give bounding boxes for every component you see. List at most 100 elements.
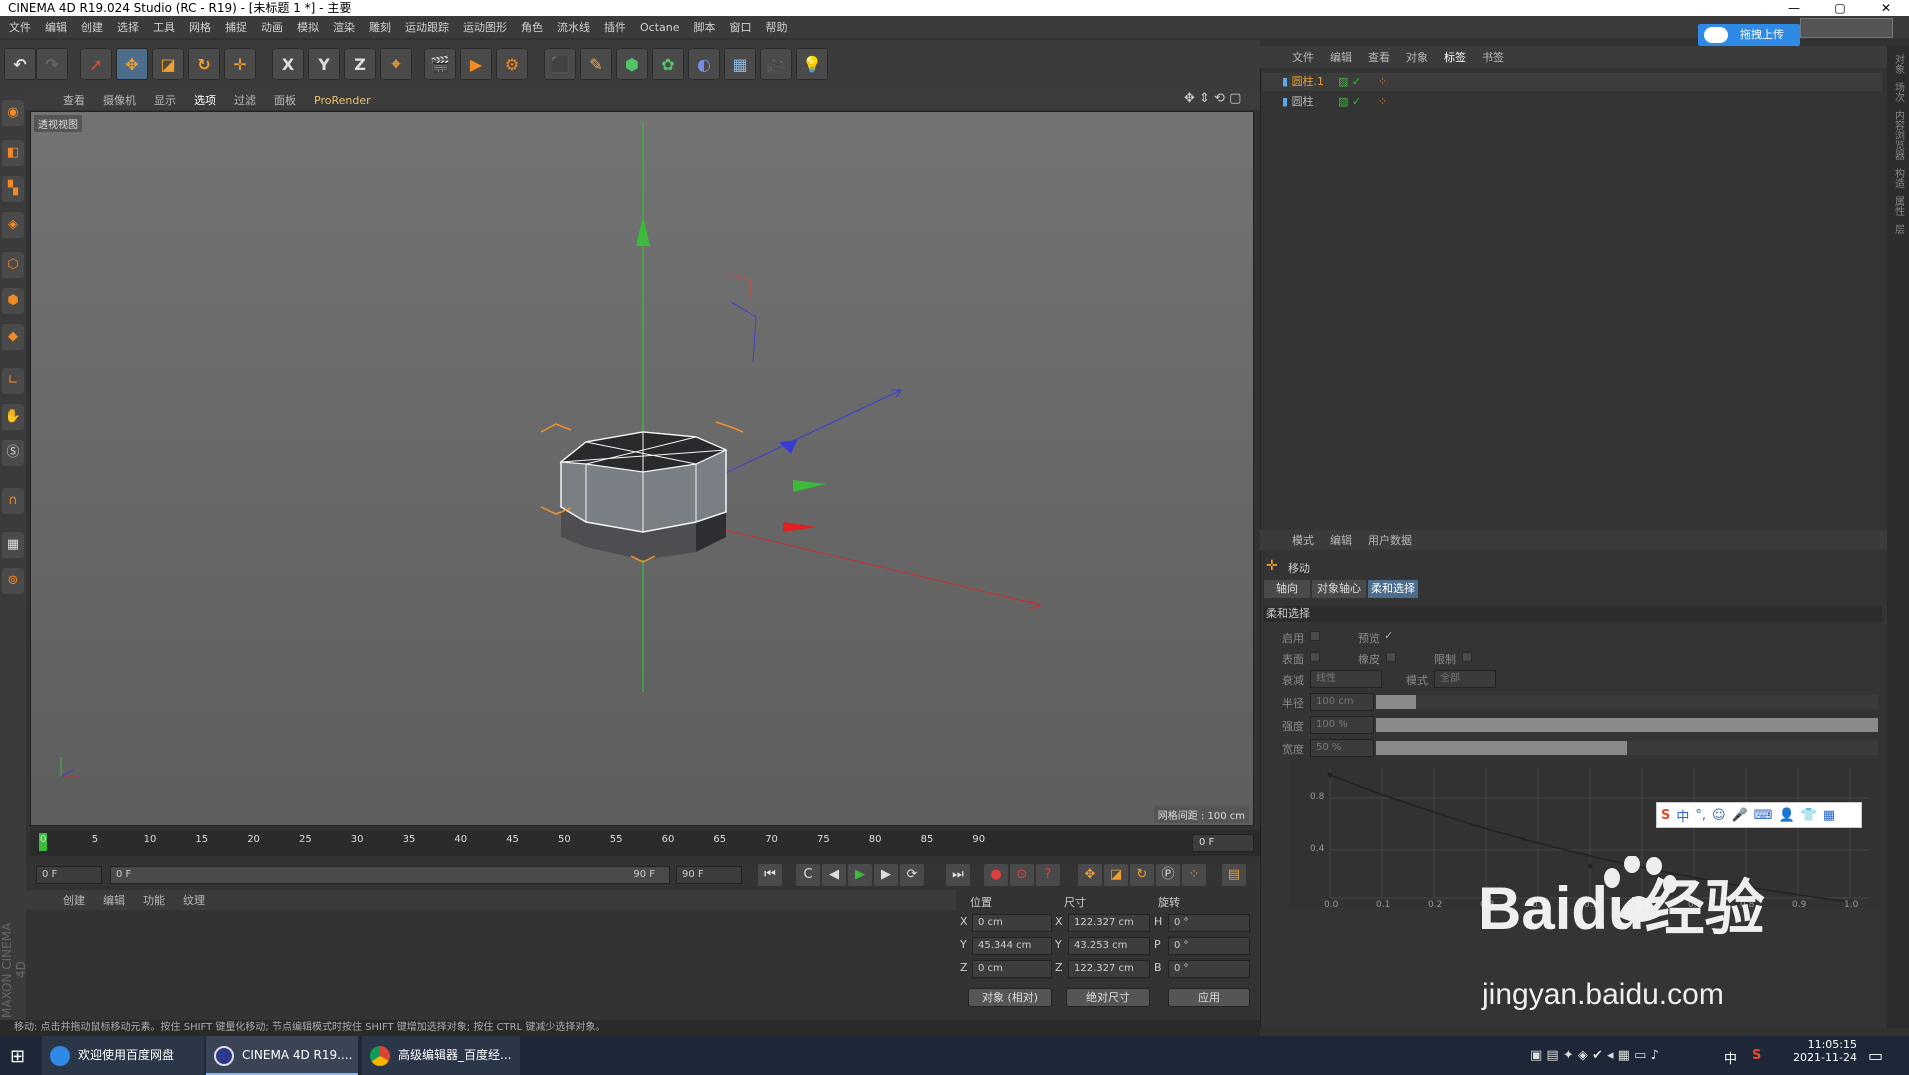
y-axis-lock-button[interactable]: Y: [308, 48, 340, 80]
polygons-mode-icon[interactable]: ◆: [2, 324, 24, 350]
viewport-menu-item[interactable]: 过滤: [225, 92, 265, 108]
menu-item[interactable]: 运动图形: [456, 19, 514, 35]
start-frame-field[interactable]: 0 F: [36, 866, 102, 884]
close-button[interactable]: ✕: [1863, 0, 1909, 16]
solo-mode-icon[interactable]: Ⓢ: [2, 440, 24, 466]
object-row[interactable]: ▮ 圆柱.1 ▨ ✓ ⁘: [1262, 73, 1882, 91]
object-menu-item[interactable]: 查看: [1360, 49, 1398, 65]
size-z-field[interactable]: 122.327 cm: [1068, 960, 1150, 978]
ime-button[interactable]: 中: [1676, 806, 1689, 825]
tweak-mode-icon[interactable]: ✋: [2, 404, 24, 430]
rot-b-field[interactable]: 0 °: [1168, 960, 1250, 978]
goto-end-icon[interactable]: ⏭: [946, 864, 970, 886]
prev-key-icon[interactable]: C: [796, 864, 820, 886]
menu-item[interactable]: 文件: [2, 19, 38, 35]
menu-item[interactable]: 动画: [254, 19, 290, 35]
right-strip-tab[interactable]: 对象: [1891, 54, 1906, 74]
goto-start-icon[interactable]: ⏮: [758, 864, 782, 886]
object-menu-item[interactable]: 文件: [1284, 49, 1322, 65]
deformer-icon[interactable]: ◐: [688, 48, 720, 80]
key-pla-icon[interactable]: ⁘: [1182, 864, 1206, 886]
ime-button[interactable]: 🎤: [1732, 808, 1748, 823]
attribute-menu-item[interactable]: 模式: [1284, 532, 1322, 548]
menu-item[interactable]: 编辑: [38, 19, 74, 35]
end-frame-field[interactable]: 90 F: [676, 866, 742, 884]
restrict-checkbox[interactable]: [1462, 652, 1472, 662]
apply-button[interactable]: 应用: [1168, 988, 1250, 1007]
phong-tag-icon[interactable]: ⁘: [1378, 93, 1387, 111]
viewport-nav-icons[interactable]: ✥ ⇕ ⟲ ▢: [1184, 91, 1241, 106]
pos-z-field[interactable]: 0 cm: [972, 960, 1052, 978]
menu-item[interactable]: 网格: [182, 19, 218, 35]
viewport-menu-item[interactable]: 选项: [185, 92, 225, 108]
timeline-layout-icon[interactable]: ▤: [1222, 864, 1246, 886]
key-position-icon[interactable]: ✥: [1078, 864, 1102, 886]
points-mode-icon[interactable]: ⬡: [2, 252, 24, 278]
ime-button[interactable]: °,: [1695, 808, 1706, 823]
light-icon[interactable]: 💡: [796, 48, 828, 80]
scale-tool-icon[interactable]: ◪: [152, 48, 184, 80]
object-menu-item[interactable]: 书签: [1474, 49, 1512, 65]
menu-item[interactable]: 捕捉: [218, 19, 254, 35]
planar-workplane-icon[interactable]: ⊚: [2, 568, 24, 594]
attribute-menu-item[interactable]: 用户数据: [1360, 532, 1420, 548]
cube-icon[interactable]: ⬛: [544, 48, 576, 80]
menu-item[interactable]: 运动跟踪: [398, 19, 456, 35]
model-mode-icon[interactable]: ◉: [2, 100, 24, 126]
menu-item[interactable]: 渲染: [326, 19, 362, 35]
preview-checkbox[interactable]: ✓: [1384, 629, 1393, 642]
ime-button[interactable]: 👤: [1779, 808, 1795, 823]
record-keys-icon[interactable]: ●: [984, 864, 1008, 886]
right-strip-tab[interactable]: 层: [1891, 224, 1906, 234]
material-menu-item[interactable]: 功能: [134, 892, 174, 908]
right-strip-tab[interactable]: 属性: [1891, 196, 1906, 216]
material-menu-item[interactable]: 纹理: [174, 892, 214, 908]
material-menu-item[interactable]: 创建: [54, 892, 94, 908]
camera-icon[interactable]: 🎥: [760, 48, 792, 80]
lock-workplane-icon[interactable]: ▦: [2, 532, 24, 558]
subdivision-icon[interactable]: ⬢: [616, 48, 648, 80]
next-key-icon[interactable]: ⟳: [900, 864, 924, 886]
enable-checkbox[interactable]: [1310, 631, 1320, 641]
viewport-menu-item[interactable]: 面板: [265, 92, 305, 108]
ime-button[interactable]: ▦: [1823, 808, 1835, 823]
object-row[interactable]: ▮ 圆柱 ▨ ✓ ⁘: [1262, 93, 1882, 111]
ime-button[interactable]: 👕: [1801, 808, 1817, 823]
texture-mode-icon[interactable]: ▚: [2, 176, 24, 202]
right-strip-tab[interactable]: 场次: [1891, 82, 1906, 102]
visibility-check-icon[interactable]: ▨ ✓: [1338, 73, 1361, 91]
auto-keying-icon[interactable]: ⊙: [1010, 864, 1034, 886]
viewport-menu-item[interactable]: 查看: [54, 92, 94, 108]
tab-object-axis[interactable]: 对象轴心: [1312, 580, 1366, 598]
size-mode-dropdown[interactable]: 绝对尺寸: [1066, 988, 1150, 1007]
x-axis-lock-button[interactable]: X: [272, 48, 304, 80]
material-menu-item[interactable]: 编辑: [94, 892, 134, 908]
menu-item[interactable]: 工具: [146, 19, 182, 35]
mode-dropdown[interactable]: 全部: [1434, 670, 1496, 688]
notification-icon[interactable]: ▭: [1868, 1046, 1883, 1065]
right-strip-tab[interactable]: 内容浏览器: [1891, 110, 1906, 160]
object-manager[interactable]: [1260, 46, 1887, 528]
sogou-tray-icon[interactable]: S: [1752, 1048, 1761, 1063]
mograph-cloner-icon[interactable]: ✿: [652, 48, 684, 80]
menu-item[interactable]: 雕刻: [362, 19, 398, 35]
current-frame-field[interactable]: 0 F: [1192, 834, 1254, 852]
ime-indicator[interactable]: 中: [1724, 1048, 1737, 1067]
pos-x-field[interactable]: 0 cm: [972, 914, 1052, 932]
rotate-tool-icon[interactable]: ↻: [188, 48, 220, 80]
rot-p-field[interactable]: 0 °: [1168, 937, 1250, 955]
rot-h-field[interactable]: 0 °: [1168, 914, 1250, 932]
move-tool-icon[interactable]: ✥: [116, 48, 148, 80]
tab-soft-selection[interactable]: 柔和选择: [1368, 580, 1418, 598]
menu-item[interactable]: 窗口: [723, 19, 759, 35]
menu-item[interactable]: 流水线: [550, 19, 597, 35]
minimize-button[interactable]: —: [1771, 0, 1817, 16]
size-y-field[interactable]: 43.253 cm: [1068, 937, 1150, 955]
undo-icon[interactable]: ↶: [4, 48, 36, 80]
key-scale-icon[interactable]: ◪: [1104, 864, 1128, 886]
tab-axis[interactable]: 轴向: [1264, 580, 1310, 598]
menu-item[interactable]: Octane: [633, 21, 687, 34]
viewport-menu-item[interactable]: 摄像机: [94, 92, 145, 108]
z-axis-lock-button[interactable]: Z: [344, 48, 376, 80]
coordinate-system-icon[interactable]: ⌖: [380, 48, 412, 80]
